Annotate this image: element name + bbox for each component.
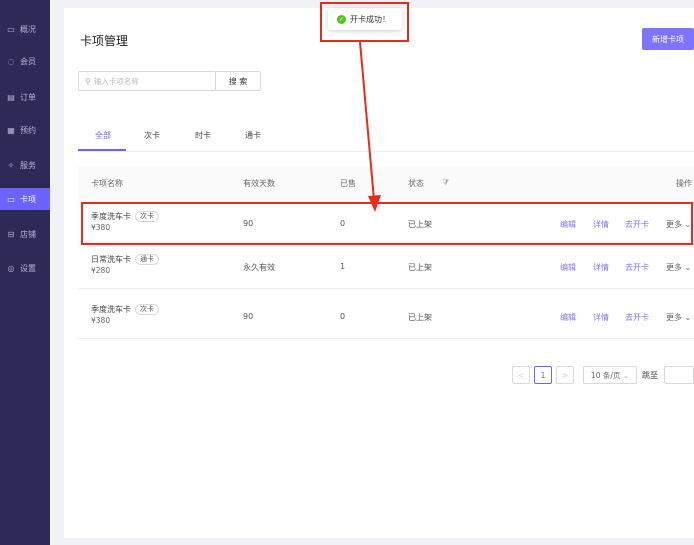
- annotation-arrow: [359, 41, 381, 212]
